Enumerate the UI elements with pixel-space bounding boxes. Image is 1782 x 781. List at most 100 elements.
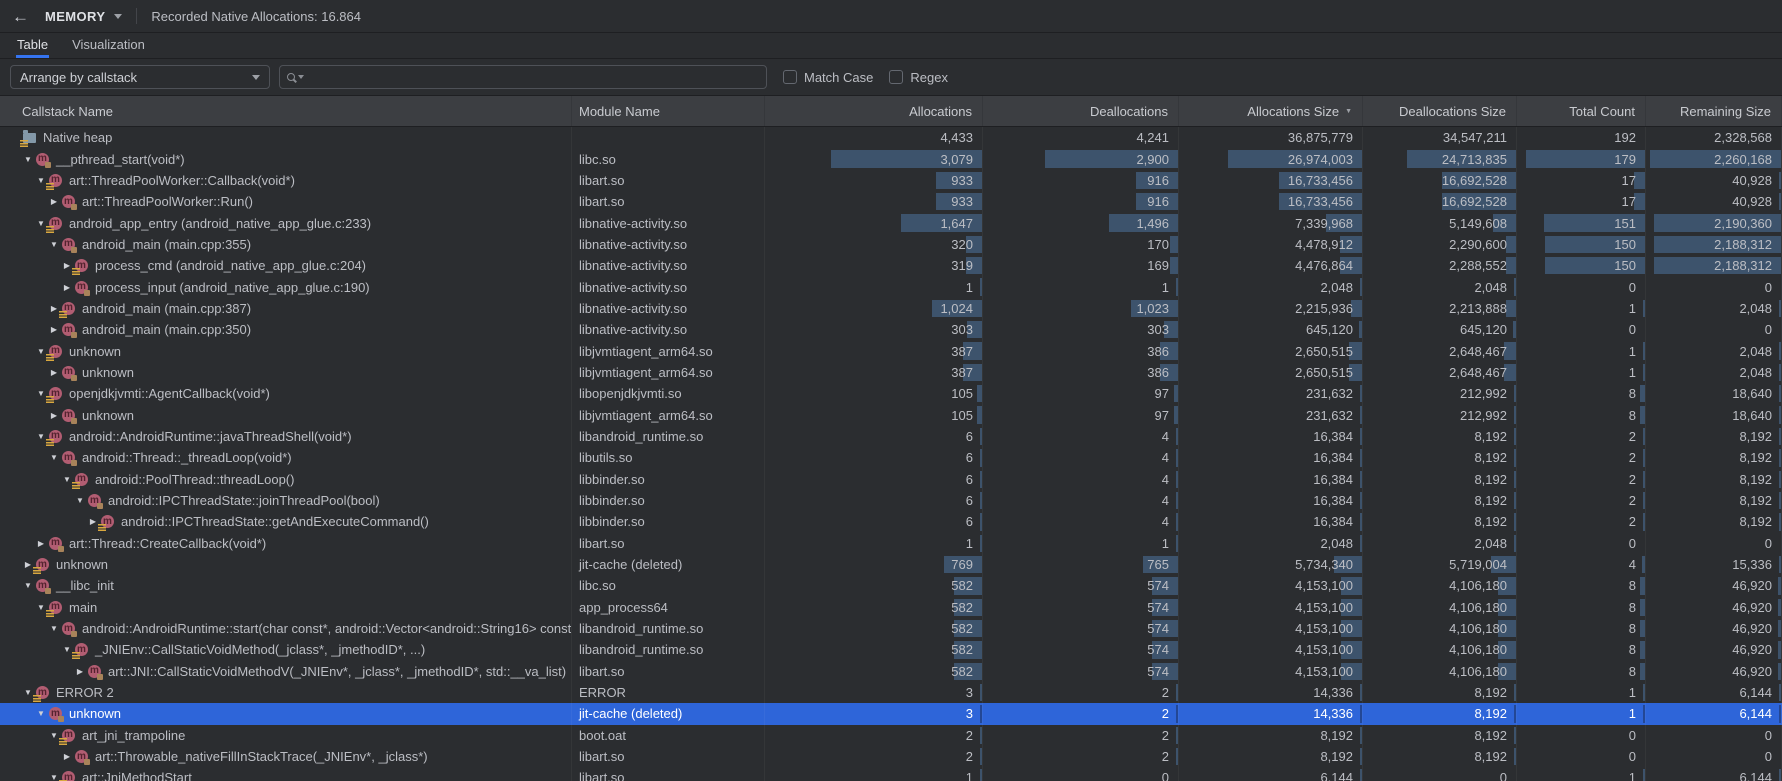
allocations-size-cell: 16,384: [1179, 511, 1363, 532]
memory-session-dropdown[interactable]: MEMORY: [45, 9, 122, 24]
collapse-arrow-icon[interactable]: ▼: [47, 453, 61, 462]
expand-arrow-icon[interactable]: ▶: [47, 411, 61, 420]
remaining-size-cell: 2,190,360: [1646, 212, 1782, 233]
search-input[interactable]: [307, 70, 759, 85]
table-row[interactable]: ▶munknownlibjvmtiagent_arm64.so3873862,6…: [0, 362, 1782, 383]
table-row[interactable]: ▶mandroid::IPCThreadState::getAndExecute…: [0, 511, 1782, 532]
tree-indent: [8, 521, 86, 522]
value-bar: [1176, 727, 1178, 744]
table-row[interactable]: ▼munknownjit-cache (deleted)3214,3368,19…: [0, 703, 1782, 724]
deallocations-value: 1,496: [1136, 216, 1169, 231]
collapse-arrow-icon[interactable]: ▼: [21, 155, 35, 164]
allocations-size-value: 4,153,100: [1295, 600, 1353, 615]
table-row[interactable]: ▼mart::ThreadPoolWorker::Callback(void*)…: [0, 170, 1782, 191]
module-name-cell: libutils.so: [572, 447, 765, 468]
method-icon: m: [74, 258, 89, 273]
deallocations-size-cell: 24,713,835: [1363, 148, 1517, 169]
table-row[interactable]: ▼munknownlibjvmtiagent_arm64.so3873862,6…: [0, 340, 1782, 361]
table-row[interactable]: ▶mart::JNI::CallStaticVoidMethodV(_JNIEn…: [0, 661, 1782, 682]
collapse-arrow-icon[interactable]: ▼: [21, 581, 35, 590]
table-row[interactable]: ▶mprocess_input (android_native_app_glue…: [0, 276, 1782, 297]
tree-indent: [8, 649, 60, 650]
back-button[interactable]: ←: [12, 8, 29, 25]
column-header-callstack-name[interactable]: Callstack Name: [0, 96, 572, 126]
match-case-checkbox[interactable]: Match Case: [783, 70, 873, 85]
total-count-value: 2: [1629, 514, 1636, 529]
expand-arrow-icon[interactable]: ▶: [60, 283, 74, 292]
regex-checkbox[interactable]: Regex: [889, 70, 948, 85]
tab-visualization[interactable]: Visualization: [71, 33, 146, 58]
expand-arrow-icon[interactable]: ▶: [34, 539, 48, 548]
column-header-module-name[interactable]: Module Name: [572, 96, 765, 126]
table-row[interactable]: ▼mandroid_main (main.cpp:355)libnative-a…: [0, 234, 1782, 255]
table-row[interactable]: ▶mandroid_main (main.cpp:387)libnative-a…: [0, 298, 1782, 319]
allocations-size-cell: 2,048: [1179, 533, 1363, 554]
expand-arrow-icon[interactable]: ▶: [73, 667, 87, 676]
table-row[interactable]: ▼mandroid::Thread::_threadLoop(void*)lib…: [0, 447, 1782, 468]
table-row[interactable]: ▶munknownjit-cache (deleted)7697655,734,…: [0, 554, 1782, 575]
column-header-allocations-size[interactable]: Allocations Size ▼: [1179, 96, 1363, 126]
search-field[interactable]: [279, 65, 767, 89]
column-header-allocations[interactable]: Allocations: [765, 96, 983, 126]
table-row[interactable]: ▼mandroid::IPCThreadState::joinThreadPoo…: [0, 490, 1782, 511]
table-row[interactable]: ▼mopenjdkjvmti::AgentCallback(void*)libo…: [0, 383, 1782, 404]
table-row[interactable]: ▶mart::ThreadPoolWorker::Run()libart.so9…: [0, 191, 1782, 212]
allocations-value: 1,647: [940, 216, 973, 231]
value-bar: [1643, 471, 1645, 488]
callstack-cell: ▼mandroid::AndroidRuntime::start(char co…: [0, 618, 572, 639]
table-row[interactable]: ▼mart_jni_trampolineboot.oat228,1928,192…: [0, 725, 1782, 746]
allocations-cell: 303: [765, 319, 983, 340]
table-row[interactable]: ▼m_JNIEnv::CallStaticVoidMethod(_jclass*…: [0, 639, 1782, 660]
allocations-value: 6: [966, 514, 973, 529]
recording-status-text: Recorded Native Allocations: 16.864: [151, 9, 361, 24]
column-header-total-count[interactable]: Total Count: [1517, 96, 1646, 126]
collapse-arrow-icon[interactable]: ▼: [47, 624, 61, 633]
deallocations-size-cell: 4,106,180: [1363, 661, 1517, 682]
table-row[interactable]: ▼m__libc_initlibc.so5825744,153,1004,106…: [0, 575, 1782, 596]
table-row[interactable]: ▼mandroid_app_entry (android_native_app_…: [0, 212, 1782, 233]
collapse-arrow-icon[interactable]: ▼: [34, 709, 48, 718]
arrange-by-dropdown[interactable]: Arrange by callstack: [10, 65, 270, 89]
value-bar: [1174, 406, 1178, 423]
table-row[interactable]: ▶munknownlibjvmtiagent_arm64.so10597231,…: [0, 404, 1782, 425]
table-row[interactable]: ▼m__pthread_start(void*)libc.so3,0792,90…: [0, 148, 1782, 169]
tab-table[interactable]: Table: [16, 33, 49, 58]
total-count-value: 192: [1614, 130, 1636, 145]
expand-arrow-icon[interactable]: ▶: [60, 752, 74, 761]
allocations-value: 105: [951, 408, 973, 423]
expand-arrow-icon[interactable]: ▶: [47, 368, 61, 377]
column-header-deallocations[interactable]: Deallocations: [983, 96, 1179, 126]
collapse-arrow-icon[interactable]: ▼: [73, 496, 87, 505]
total-count-cell: 2: [1517, 511, 1646, 532]
table-row[interactable]: ▼mandroid::AndroidRuntime::start(char co…: [0, 618, 1782, 639]
remaining-size-value: 46,920: [1732, 578, 1772, 593]
remaining-size-value: 0: [1765, 536, 1772, 551]
table-row[interactable]: ▶mart::Throwable_nativeFillInStackTrace(…: [0, 746, 1782, 767]
table-row[interactable]: ▶mprocess_cmd (android_native_app_glue.c…: [0, 255, 1782, 276]
table-row[interactable]: ▼mart::JniMethodStartlibart.so106,144016…: [0, 767, 1782, 781]
collapse-arrow-icon[interactable]: ▼: [47, 240, 61, 249]
table-row[interactable]: ▼mandroid::AndroidRuntime::javaThreadShe…: [0, 426, 1782, 447]
table-row[interactable]: ▼mandroid::PoolThread::threadLoop()libbi…: [0, 469, 1782, 490]
tree-indent: [8, 692, 21, 693]
remaining-size-cell: 18,640: [1646, 404, 1782, 425]
table-row[interactable]: ▶mart::Thread::CreateCallback(void*)liba…: [0, 533, 1782, 554]
column-header-deallocations-size[interactable]: Deallocations Size: [1363, 96, 1517, 126]
table-row[interactable]: ▶mandroid_main (main.cpp:350)libnative-a…: [0, 319, 1782, 340]
search-options-caret-icon[interactable]: [298, 75, 304, 79]
column-header-remaining-size[interactable]: Remaining Size: [1646, 96, 1782, 126]
expand-arrow-icon[interactable]: ▶: [47, 325, 61, 334]
deallocations-size-cell: 8,192: [1363, 490, 1517, 511]
allocations-value: 582: [951, 664, 973, 679]
deallocations-cell: 4: [983, 447, 1179, 468]
allocations-size-value: 4,153,100: [1295, 578, 1353, 593]
deallocations-size-value: 8,192: [1474, 450, 1507, 465]
allocations-value: 582: [951, 642, 973, 657]
value-bar: [980, 727, 982, 744]
table-row[interactable]: Native heap4,4334,24136,875,77934,547,21…: [0, 127, 1782, 148]
expand-arrow-icon[interactable]: ▶: [47, 197, 61, 206]
module-name-cell: libart.so: [572, 170, 765, 191]
value-bar: [1360, 684, 1362, 701]
table-row[interactable]: ▼mERROR 2ERROR3214,3368,19216,144: [0, 682, 1782, 703]
table-row[interactable]: ▼mmainapp_process645825744,153,1004,106,…: [0, 597, 1782, 618]
